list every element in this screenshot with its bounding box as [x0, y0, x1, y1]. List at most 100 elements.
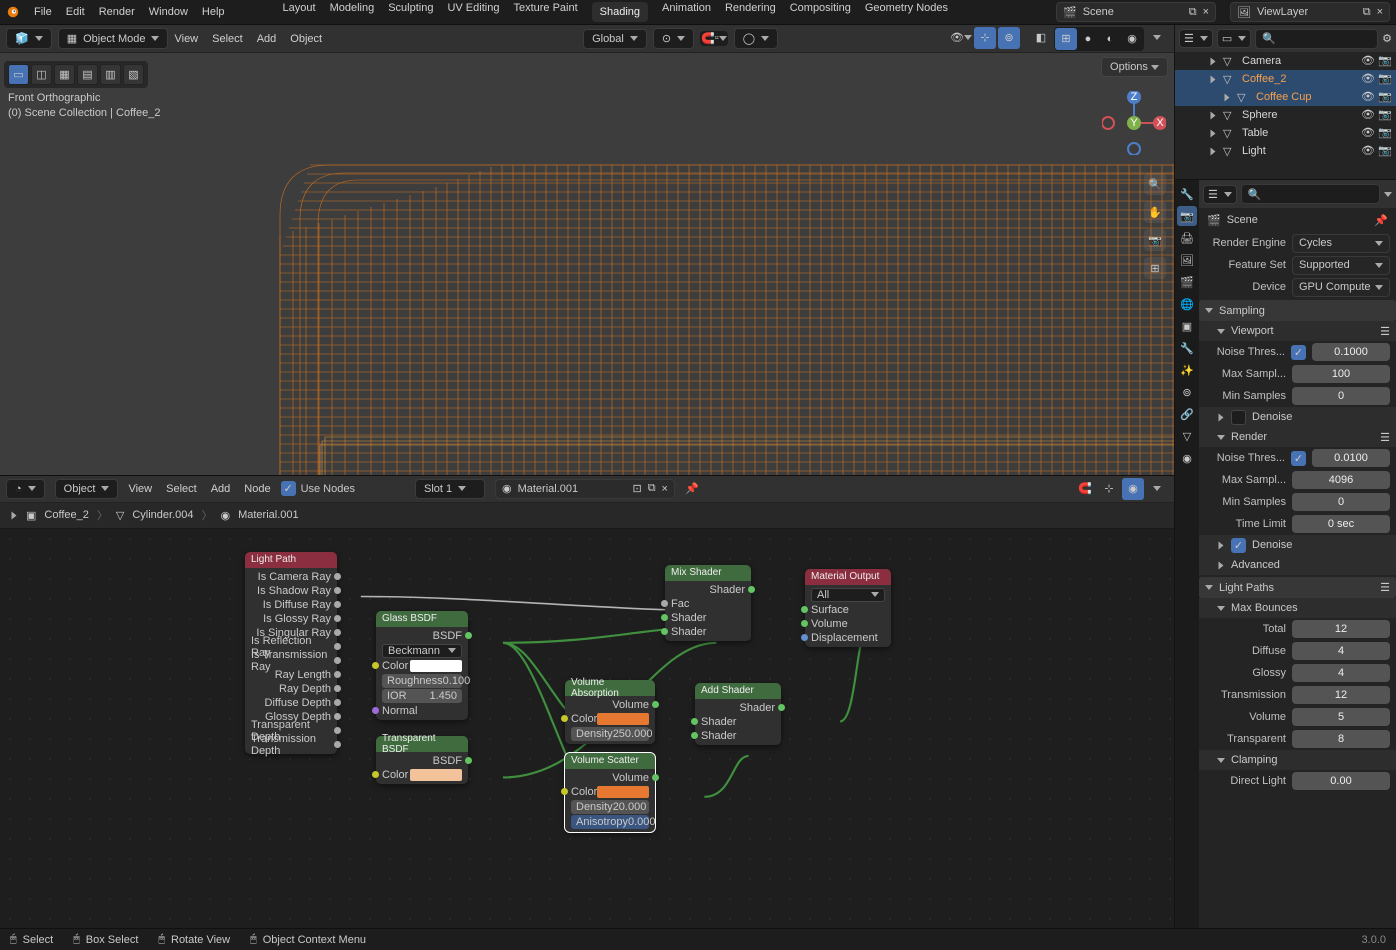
menu-uv-editing[interactable]: UV Editing: [447, 2, 499, 22]
subpanel-denoise-vp[interactable]: Denoise: [1199, 407, 1396, 427]
bc-mesh[interactable]: Cylinder.004: [132, 509, 193, 521]
distribution-dropdown[interactable]: Beckmann: [382, 644, 462, 658]
tool-sel2[interactable]: ▦: [54, 64, 75, 85]
snap-toggle[interactable]: 🧲: [701, 32, 715, 45]
close-icon[interactable]: ×: [1203, 6, 1209, 18]
outliner-item-coffee-cup[interactable]: ▽Coffee Cup👁📷: [1175, 88, 1396, 106]
subpanel-render[interactable]: Render☰: [1199, 427, 1396, 447]
noise-threshold-field[interactable]: 0.1000: [1312, 343, 1390, 361]
browse-icon[interactable]: ⧉: [1189, 6, 1197, 19]
outliner-item-table[interactable]: ▽Table👁📷: [1175, 124, 1396, 142]
viewlayer-selector[interactable]: 🖼 ViewLayer ⧉ ×: [1230, 2, 1390, 22]
glossy-field[interactable]: 4: [1292, 664, 1390, 682]
transmission-field[interactable]: 12: [1292, 686, 1390, 704]
anisotropy-field[interactable]: Anisotropy0.000: [571, 815, 649, 829]
mode-dropdown[interactable]: ▦ Object Mode: [58, 28, 169, 49]
direct-light-field[interactable]: 0.00: [1292, 772, 1390, 790]
node-volume-scatter[interactable]: Volume Scatter Volume Color Density20.00…: [565, 753, 655, 832]
tab-tool[interactable]: 🔧: [1177, 184, 1197, 204]
options-dropdown[interactable]: Options: [1101, 57, 1168, 77]
subpanel-denoise-render[interactable]: ✓Denoise: [1199, 535, 1396, 555]
menu-rendering[interactable]: Rendering: [725, 2, 776, 22]
browse-icon[interactable]: ⧉: [1363, 6, 1371, 19]
menu-layout[interactable]: Layout: [283, 2, 316, 22]
tab-material[interactable]: ◉: [1177, 448, 1197, 468]
total-field[interactable]: 12: [1292, 620, 1390, 638]
density-field[interactable]: Density250.000: [571, 727, 649, 741]
shading-solid[interactable]: ●: [1077, 28, 1099, 50]
panel-sampling[interactable]: Sampling: [1199, 300, 1396, 321]
scene-selector[interactable]: 🎬 Scene ⧉ ×: [1056, 2, 1216, 22]
snap-type[interactable]: ▫: [715, 32, 727, 45]
outliner-item-camera[interactable]: ▽Camera👁📷: [1175, 52, 1396, 70]
tab-physics[interactable]: ⊚: [1177, 382, 1197, 402]
menu-help[interactable]: Help: [202, 6, 225, 18]
shader-type-dropdown[interactable]: Object: [55, 479, 119, 499]
target-dropdown[interactable]: All: [811, 588, 885, 602]
shading-dropdown[interactable]: [1146, 27, 1168, 49]
outliner-item-light[interactable]: ▽Light👁📷: [1175, 142, 1396, 160]
panel-light-paths[interactable]: Light Paths☰: [1199, 577, 1396, 598]
editor-type-dropdown[interactable]: ◔: [6, 479, 45, 499]
node-add-shader[interactable]: Add Shader Shader Shader Shader: [695, 683, 781, 745]
menu-file[interactable]: File: [34, 6, 52, 18]
menu-geometry-nodes[interactable]: Geometry Nodes: [865, 2, 948, 22]
menu-view[interactable]: View: [174, 33, 198, 45]
unlink-icon[interactable]: ×: [662, 483, 668, 495]
min-samples-field[interactable]: 0: [1292, 493, 1390, 511]
tab-object[interactable]: ▣: [1177, 316, 1197, 336]
device-dropdown[interactable]: GPU Compute: [1292, 278, 1390, 297]
node-glass-bsdf[interactable]: Glass BSDF BSDF Beckmann Color Roughness…: [376, 611, 468, 720]
3d-viewport[interactable]: ▭ ◫ ▦ ▤ ▥ ▧ Front Orthographic (0) Scene…: [0, 53, 1174, 475]
time-limit-field[interactable]: 0 sec: [1292, 515, 1390, 533]
menu-animation[interactable]: Animation: [662, 2, 711, 22]
menu-node[interactable]: Node: [244, 483, 270, 495]
subpanel-max-bounces[interactable]: Max Bounces: [1199, 598, 1396, 618]
menu-window[interactable]: Window: [149, 6, 188, 18]
ior-field[interactable]: IOR1.450: [382, 689, 462, 703]
filter-icon[interactable]: ⚙: [1382, 32, 1392, 45]
max-samples-field[interactable]: 100: [1292, 365, 1390, 383]
menu-add[interactable]: Add: [257, 33, 277, 45]
options-icon[interactable]: [1384, 188, 1392, 200]
subpanel-advanced[interactable]: Advanced: [1199, 555, 1396, 575]
node-mix-shader[interactable]: Mix Shader Shader Fac Shader Shader: [665, 565, 751, 641]
tab-particles[interactable]: ✨: [1177, 360, 1197, 380]
tab-viewlayer[interactable]: 🖼: [1177, 250, 1197, 270]
tab-scene[interactable]: 🎬: [1177, 272, 1197, 292]
menu-edit[interactable]: Edit: [66, 6, 85, 18]
tool-sel4[interactable]: ▥: [100, 64, 121, 85]
node-light-path[interactable]: Light Path Is Camera RayIs Shadow RayIs …: [245, 552, 337, 754]
close-icon[interactable]: ×: [1377, 6, 1383, 18]
snap-icon[interactable]: 🧲: [1074, 478, 1096, 500]
node-canvas[interactable]: Light Path Is Camera RayIs Shadow RayIs …: [0, 529, 1174, 950]
dropdown-icon[interactable]: [1146, 478, 1168, 500]
copy-icon[interactable]: ⧉: [648, 482, 656, 495]
min-samples-field[interactable]: 0: [1292, 387, 1390, 405]
pin-icon[interactable]: 📌: [1374, 214, 1388, 227]
overlay-toggle[interactable]: ⊚: [998, 27, 1020, 49]
editor-type-dropdown[interactable]: ☰: [1179, 29, 1213, 48]
subpanel-viewport[interactable]: Viewport☰: [1199, 321, 1396, 341]
noise-threshold-field[interactable]: 0.0100: [1312, 449, 1390, 467]
tab-render[interactable]: 📷: [1177, 206, 1197, 226]
density-field[interactable]: Density20.000: [571, 800, 649, 814]
visibility-dropdown[interactable]: 👁: [950, 27, 972, 49]
max-samples-field[interactable]: 4096: [1292, 471, 1390, 489]
noise-check[interactable]: ✓: [1291, 345, 1306, 360]
pivot-dropdown[interactable]: ⊙: [653, 28, 694, 49]
tab-modifier[interactable]: 🔧: [1177, 338, 1197, 358]
shading-wireframe[interactable]: ⊞: [1055, 28, 1077, 50]
node-volume-absorption[interactable]: Volume Absorption Volume Color Density25…: [565, 680, 655, 744]
tab-data[interactable]: ▽: [1177, 426, 1197, 446]
slot-dropdown[interactable]: Slot 1: [415, 479, 485, 499]
material-selector[interactable]: ◉ Material.001 ⊡ ⧉ ×: [495, 479, 675, 499]
new-icon[interactable]: ⊡: [632, 482, 641, 495]
menu-select[interactable]: Select: [166, 483, 197, 495]
orientation-dropdown[interactable]: Global: [583, 29, 647, 49]
outliner-search[interactable]: 🔍: [1255, 29, 1378, 49]
menu-compositing[interactable]: Compositing: [790, 2, 851, 22]
tab-constraints[interactable]: 🔗: [1177, 404, 1197, 424]
roughness-field[interactable]: Roughness0.100: [382, 674, 462, 688]
pin-icon[interactable]: 📌: [685, 482, 699, 495]
